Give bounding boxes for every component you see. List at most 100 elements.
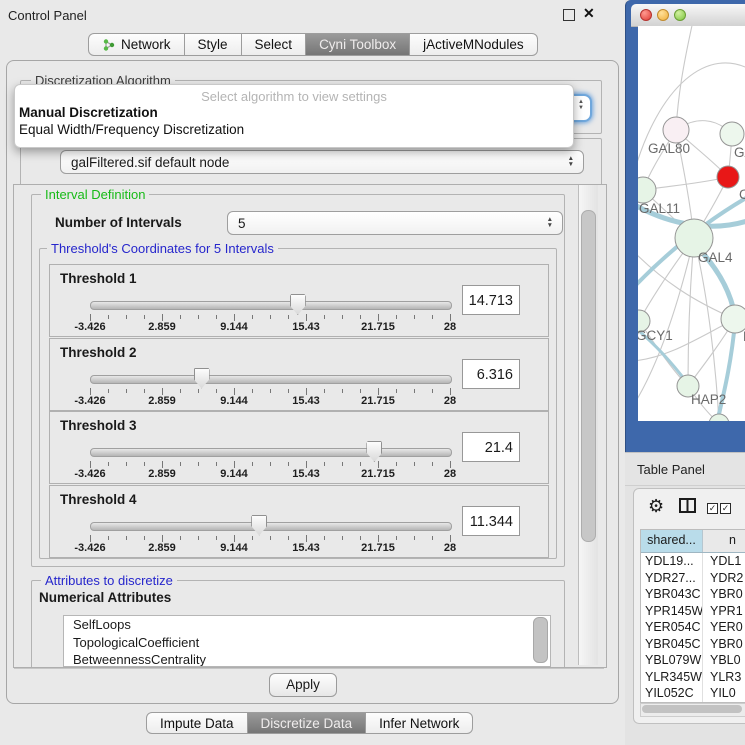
table-row[interactable]: YPR145WYPR1 (641, 603, 745, 620)
node-table: shared... n YDL19...YDL1YDR27...YDR2YBR0… (640, 529, 745, 703)
bottom-tabs: Impute Data Discretize DataInfer Network (146, 712, 473, 734)
tick-label: 15.43 (292, 321, 320, 333)
numerical-attributes-label: Numerical Attributes (39, 590, 171, 605)
float-window-icon[interactable] (563, 9, 575, 21)
attribute-item-betweennesscentrality[interactable]: BetweennessCentrality (64, 651, 550, 667)
threshold-panel-1: Threshold 1-3.4262.8599.14415.4321.71528… (49, 264, 549, 337)
threshold-slider-track[interactable] (90, 448, 452, 457)
tab-label: jActiveMNodules (423, 37, 524, 52)
table-horizontal-scrollbar[interactable] (640, 703, 745, 717)
tick-mark (324, 315, 325, 319)
cell-name: YBL0 (703, 652, 745, 669)
node-label: GAL80 (648, 141, 690, 156)
attribute-item-topologicalcoefficient[interactable]: TopologicalCoefficient (64, 634, 550, 652)
network-node[interactable] (709, 414, 729, 421)
close-traffic-light-icon[interactable] (640, 9, 652, 21)
attributes-list-scrollbar[interactable] (533, 617, 548, 663)
tick-label: 2.859 (148, 468, 176, 480)
network-node-gal80[interactable] (663, 117, 689, 143)
cell-name: YER0 (703, 619, 745, 636)
threshold-value-field[interactable]: 6.316 (462, 359, 520, 389)
table-row[interactable]: YIL052CYIL0 (641, 685, 745, 702)
tab-jactivemnodules[interactable]: jActiveMNodules (410, 33, 538, 56)
minimize-traffic-light-icon[interactable] (657, 9, 669, 21)
tab-cyni-toolbox[interactable]: Cyni Toolbox (306, 33, 410, 56)
tick-mark (216, 315, 217, 319)
column-header-shared[interactable]: shared... (641, 530, 703, 552)
threshold-slider-track[interactable] (90, 301, 452, 310)
tick-mark (414, 389, 415, 393)
threshold-slider-track[interactable] (90, 522, 452, 531)
tick-mark (198, 462, 199, 466)
combobox-arrows-icon: ▲▼ (568, 151, 574, 173)
table-row[interactable]: YBL079WYBL0 (641, 652, 745, 669)
cell-shared-name: YLR345W (641, 669, 703, 686)
tab-label: Impute Data (160, 716, 234, 731)
tick-mark (216, 536, 217, 540)
threshold-slider-track[interactable] (90, 375, 452, 384)
zoom-traffic-light-icon[interactable] (674, 9, 686, 21)
tick-mark (360, 315, 361, 319)
table-row[interactable]: YER054CYER0 (641, 619, 745, 636)
table-row[interactable]: YBR043CYBR0 (641, 586, 745, 603)
network-window-titlebar[interactable] (631, 4, 745, 27)
scrollbar-thumb[interactable] (581, 210, 596, 542)
attributes-group-title: Attributes to discretize (41, 573, 177, 588)
tab-network[interactable]: Network (88, 33, 185, 56)
gear-icon[interactable]: ⚙ (648, 496, 664, 517)
algorithm-placeholder: Select algorithm to view settings (15, 89, 573, 104)
tick-mark (288, 536, 289, 540)
threshold-value-field[interactable]: 14.713 (462, 285, 520, 315)
tab-impute-data[interactable]: Impute Data (146, 712, 248, 734)
checkbox-checked-icon[interactable]: ✓ (707, 503, 718, 514)
settings-scroll-region: Interval Definition Number of Intervals … (13, 184, 607, 668)
tick-mark (234, 314, 235, 321)
checkbox-checked-icon[interactable]: ✓ (720, 503, 731, 514)
algorithm-option-equal-width-frequency-discretization[interactable]: Equal Width/Frequency Discretization (15, 121, 573, 138)
tab-label: Network (121, 37, 171, 52)
tick-mark (324, 462, 325, 466)
tick-mark (162, 535, 163, 542)
tick-mark (162, 314, 163, 321)
threshold-value-field[interactable]: 21.4 (462, 432, 520, 462)
network-node-c[interactable] (717, 166, 739, 188)
network-canvas[interactable]: GAL80GACGAL11GAL4GCY1HHAP2 (638, 26, 745, 421)
tick-label: -3.426 (74, 321, 105, 333)
tab-select[interactable]: Select (242, 33, 307, 56)
tick-label: 21.715 (361, 468, 395, 480)
algorithm-option-manual-discretization[interactable]: Manual Discretization (15, 104, 573, 121)
split-columns-icon[interactable] (679, 498, 696, 518)
tab-style[interactable]: Style (185, 33, 242, 56)
threshold-slider-thumb[interactable] (366, 441, 382, 462)
apply-button[interactable]: Apply (269, 673, 337, 697)
tab-infer-network[interactable]: Infer Network (366, 712, 473, 734)
numerical-attributes-list[interactable]: SelfLoopsTopologicalCoefficientBetweenne… (63, 615, 551, 667)
threshold-slider-thumb[interactable] (251, 515, 267, 536)
close-icon[interactable]: ✕ (583, 5, 595, 22)
attribute-item-selfloops[interactable]: SelfLoops (64, 616, 550, 634)
scrollbar-thumb[interactable] (642, 705, 742, 713)
cell-shared-name: YBR045C (641, 636, 703, 653)
number-of-intervals-spinner[interactable]: 5 ▲▼ (227, 211, 563, 235)
table-row[interactable]: YLR345WYLR3 (641, 669, 745, 686)
threshold-slider-thumb[interactable] (290, 294, 306, 315)
tick-mark (324, 536, 325, 540)
tick-mark (144, 536, 145, 540)
threshold-value-field[interactable]: 11.344 (462, 506, 520, 536)
table-row[interactable]: YDR27...YDR2 (641, 570, 745, 587)
column-header-name[interactable]: n (703, 530, 745, 552)
tick-mark (396, 462, 397, 466)
tick-mark (288, 389, 289, 393)
tab-discretize-data[interactable]: Discretize Data (248, 712, 367, 734)
tick-mark (234, 535, 235, 542)
network-node-h[interactable] (721, 305, 745, 333)
settings-vertical-scrollbar[interactable] (578, 185, 598, 665)
table-row[interactable]: YDL19...YDL1 (641, 553, 745, 570)
threshold-slider-thumb[interactable] (194, 368, 210, 389)
network-node-ga[interactable] (720, 122, 744, 146)
control-panel-tabs: Network StyleSelectCyni Toolbox jActiveMNo… (88, 33, 538, 56)
table-data-combobox[interactable]: galFiltered.sif default node ▲▼ (60, 150, 584, 174)
table-row[interactable]: YBR045CYBR0 (641, 636, 745, 653)
node-label: GA (734, 145, 745, 160)
tick-mark (414, 462, 415, 466)
